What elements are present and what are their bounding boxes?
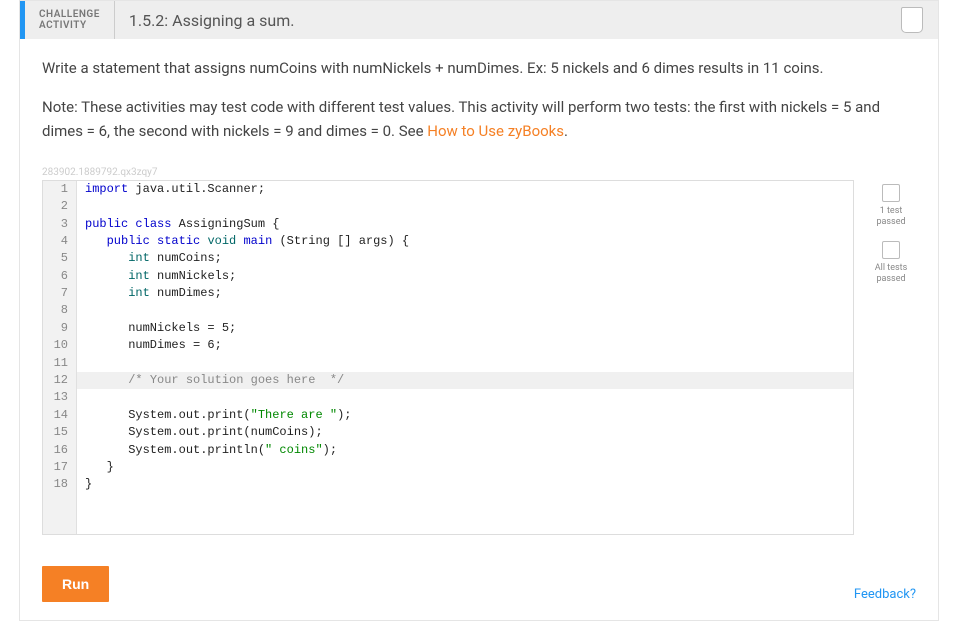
code-content[interactable]: System.out.print(numCoins); (77, 424, 853, 441)
code-content[interactable]: } (77, 476, 853, 493)
line-number: 8 (43, 302, 77, 319)
code-line[interactable]: 14 System.out.print("There are "); (43, 407, 853, 424)
activity-body: Write a statement that assigns numCoins … (20, 39, 938, 620)
line-number: 14 (43, 407, 77, 424)
run-button[interactable]: Run (42, 566, 109, 602)
code-line[interactable]: 16 System.out.println(" coins"); (43, 442, 853, 459)
line-number: 7 (43, 285, 77, 302)
line-number: 1 (43, 181, 77, 198)
code-content[interactable]: public static void main (String [] args)… (77, 233, 853, 250)
activity-type-label: CHALLENGE ACTIVITY (25, 1, 115, 39)
prompt-paragraph-1: Write a statement that assigns numCoins … (42, 57, 916, 80)
code-line[interactable]: 5 int numCoins; (43, 250, 853, 267)
line-number: 12 (43, 372, 77, 389)
code-content[interactable]: int numDimes; (77, 285, 853, 302)
activity-card: CHALLENGE ACTIVITY 1.5.2: Assigning a su… (19, 0, 939, 621)
code-line[interactable]: 2 (43, 198, 853, 215)
code-line[interactable]: 6 int numNickels; (43, 268, 853, 285)
code-content[interactable]: } (77, 459, 853, 476)
code-line[interactable]: 11 (43, 355, 853, 372)
test-label-line1: All tests (875, 263, 907, 274)
prompt-p2-suffix: . (564, 122, 568, 140)
code-content[interactable] (77, 198, 853, 215)
line-number: 13 (43, 389, 77, 406)
test-label-line2: passed (876, 274, 905, 285)
test-label-line1: 1 test (880, 206, 903, 217)
code-line[interactable]: 4 public static void main (String [] arg… (43, 233, 853, 250)
code-line[interactable]: 7 int numDimes; (43, 285, 853, 302)
prompt-text: Write a statement that assigns numCoins … (42, 57, 916, 143)
line-number: 6 (43, 268, 77, 285)
test-status-column: 1 testpassedAll testspassed (866, 180, 916, 285)
checkbox-icon (882, 241, 900, 259)
prompt-paragraph-2: Note: These activities may test code wit… (42, 96, 916, 143)
line-number: 11 (43, 355, 77, 372)
code-content[interactable]: /* Your solution goes here */ (77, 372, 853, 389)
code-content[interactable]: public class AssigningSum { (77, 216, 853, 233)
code-line[interactable]: 18} (43, 476, 853, 493)
code-line[interactable]: 1import java.util.Scanner; (43, 181, 853, 198)
line-number: 3 (43, 216, 77, 233)
activity-title: 1.5.2: Assigning a sum. (115, 1, 898, 39)
code-content[interactable] (77, 302, 853, 319)
code-line[interactable]: 10 numDimes = 6; (43, 337, 853, 354)
line-number: 9 (43, 320, 77, 337)
code-line[interactable]: 9 numNickels = 5; (43, 320, 853, 337)
action-row: Run Feedback? (42, 557, 916, 602)
editor-row: 1import java.util.Scanner;23public class… (42, 180, 916, 535)
line-number: 16 (43, 442, 77, 459)
code-content[interactable] (77, 389, 853, 406)
feedback-link[interactable]: Feedback? (854, 587, 916, 602)
code-content[interactable]: int numCoins; (77, 250, 853, 267)
code-line[interactable]: 8 (43, 302, 853, 319)
code-content[interactable] (77, 355, 853, 372)
code-editor[interactable]: 1import java.util.Scanner;23public class… (42, 180, 854, 535)
line-number: 15 (43, 424, 77, 441)
test-status-badge: All testspassed (866, 241, 916, 285)
line-number: 17 (43, 459, 77, 476)
code-content[interactable]: import java.util.Scanner; (77, 181, 853, 198)
code-line[interactable]: 15 System.out.print(numCoins); (43, 424, 853, 441)
code-line[interactable]: 17 } (43, 459, 853, 476)
code-line[interactable]: 13 (43, 389, 853, 406)
code-content[interactable]: int numNickels; (77, 268, 853, 285)
line-number: 4 (43, 233, 77, 250)
test-label-line2: passed (876, 217, 905, 228)
code-line[interactable]: 12 /* Your solution goes here */ (43, 372, 853, 389)
code-content[interactable]: numDimes = 6; (77, 337, 853, 354)
checkbox-icon (882, 184, 900, 202)
activity-header: CHALLENGE ACTIVITY 1.5.2: Assigning a su… (20, 1, 938, 39)
code-content[interactable]: System.out.print("There are "); (77, 407, 853, 424)
line-number: 18 (43, 476, 77, 493)
code-line[interactable]: 3public class AssigningSum { (43, 216, 853, 233)
line-number: 10 (43, 337, 77, 354)
completion-badge (898, 1, 938, 39)
line-number: 5 (43, 250, 77, 267)
test-status-badge: 1 testpassed (866, 184, 916, 228)
shield-icon (901, 7, 923, 33)
header-label-line2: ACTIVITY (39, 20, 100, 31)
how-to-use-link[interactable]: How to Use zyBooks (427, 122, 564, 140)
code-content[interactable]: System.out.println(" coins"); (77, 442, 853, 459)
header-label-line1: CHALLENGE (39, 9, 100, 20)
line-number: 2 (43, 198, 77, 215)
code-content[interactable]: numNickels = 5; (77, 320, 853, 337)
watermark-id: 283902.1889792.qx3zqy7 (42, 167, 916, 178)
